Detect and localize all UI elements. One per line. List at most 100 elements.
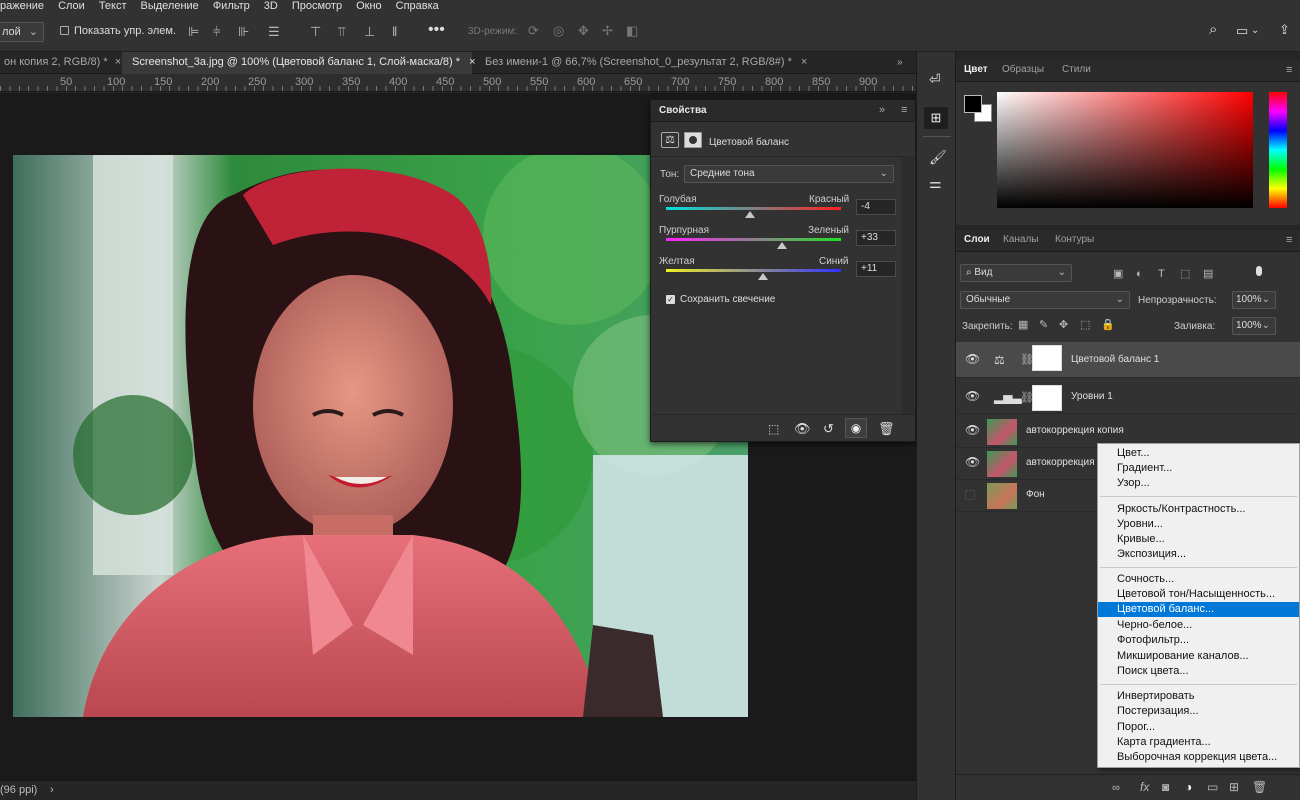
- slider-yellow-blue-track[interactable]: [666, 269, 841, 272]
- slider-magenta-green-track[interactable]: [666, 238, 841, 241]
- distribute-v-icon[interactable]: ‖: [392, 25, 397, 39]
- preserve-luminosity-checkbox[interactable]: ✓: [666, 295, 675, 304]
- new-adjustment-icon[interactable]: ◑: [1185, 780, 1192, 794]
- menu-item-3d[interactable]: 3D: [264, 0, 278, 12]
- filter-shape-icon[interactable]: ⬚: [1180, 267, 1190, 281]
- eye-icon[interactable]: 👁: [965, 353, 980, 365]
- panel-menu-icon[interactable]: ≡: [901, 104, 907, 116]
- distribute-icon[interactable]: ☰: [268, 25, 280, 39]
- properties-icon-button[interactable]: ⊞: [924, 107, 948, 129]
- status-arrow-icon[interactable]: ›: [50, 784, 54, 796]
- menu-item-curves[interactable]: Кривые...: [1098, 532, 1299, 547]
- search-icon[interactable]: ⌕: [1209, 22, 1217, 37]
- menu-item-photo-filter[interactable]: Фотофильтр...: [1098, 633, 1299, 648]
- close-icon[interactable]: ×: [115, 56, 121, 68]
- workspace-icon[interactable]: ▭: [1236, 24, 1248, 38]
- align-right-icon[interactable]: ⊪: [238, 25, 249, 39]
- menu-item-posterize[interactable]: Постеризация...: [1098, 704, 1299, 719]
- menu-item-gradient[interactable]: Градиент...: [1098, 461, 1299, 476]
- align-bottom-icon[interactable]: ⊥: [364, 25, 375, 39]
- yellow-blue-value[interactable]: +11: [856, 261, 896, 277]
- menu-item-brightness-contrast[interactable]: Яркость/Контрастность...: [1098, 502, 1299, 517]
- filter-pixel-icon[interactable]: ▣: [1113, 267, 1123, 281]
- menu-item-image[interactable]: ражение: [0, 0, 44, 12]
- collapse-icon[interactable]: »: [879, 104, 885, 116]
- menu-item-levels[interactable]: Уровни...: [1098, 517, 1299, 532]
- fx-icon[interactable]: fx: [1140, 780, 1149, 794]
- add-mask-icon[interactable]: ◙: [1162, 780, 1169, 794]
- filter-type-icon[interactable]: T: [1158, 267, 1165, 281]
- lock-transparent-icon[interactable]: ▦: [1018, 318, 1028, 332]
- view-previous-icon[interactable]: 👁: [794, 422, 811, 436]
- slider-cyan-red-track[interactable]: [666, 207, 841, 210]
- close-icon[interactable]: ×: [801, 56, 807, 68]
- align-hcenter-icon[interactable]: ⫩: [213, 25, 220, 39]
- layer-filter-select[interactable]: ⌕ Вид ⌄: [960, 264, 1072, 282]
- eye-icon[interactable]: 👁: [965, 456, 980, 468]
- layer-row-levels[interactable]: 👁 ▂▅▃ ⛓ Уровни 1: [956, 382, 1300, 414]
- auto-select-dropdown[interactable]: лой ⌄: [0, 22, 44, 42]
- menu-item-color-balance[interactable]: Цветовой баланс...: [1098, 602, 1299, 617]
- slider-yellow-blue-thumb[interactable]: [758, 273, 769, 280]
- slider-magenta-green-thumb[interactable]: [777, 242, 788, 249]
- clip-to-layer-icon[interactable]: ⬚: [768, 422, 779, 436]
- menu-item-gradient-map[interactable]: Карта градиента...: [1098, 735, 1299, 750]
- filter-adjustment-icon[interactable]: ◐: [1136, 267, 1143, 281]
- layer-thumbnail[interactable]: [987, 451, 1017, 477]
- new-layer-icon[interactable]: ⊞: [1229, 780, 1239, 794]
- menu-item-filter[interactable]: Фильтр: [213, 0, 250, 12]
- lock-all-icon[interactable]: 🔒: [1101, 318, 1115, 332]
- 3d-slide-icon[interactable]: ✢: [602, 24, 613, 38]
- filter-smart-icon[interactable]: ▤: [1203, 267, 1213, 281]
- tab-doc-1[interactable]: он копия 2, RGB/8) * ×: [0, 52, 121, 74]
- show-controls-checkbox[interactable]: [60, 26, 69, 35]
- menu-item-view[interactable]: Просмотр: [292, 0, 342, 12]
- menu-item-channel-mixer[interactable]: Микширование каналов...: [1098, 649, 1299, 664]
- tab-color[interactable]: Цвет: [964, 64, 988, 75]
- menu-item-pattern[interactable]: Узор...: [1098, 476, 1299, 491]
- trash-icon[interactable]: 🗑: [1252, 780, 1267, 794]
- tab-styles[interactable]: Стили: [1062, 64, 1091, 75]
- menu-item-selective-color[interactable]: Выборочная коррекция цвета...: [1098, 750, 1299, 765]
- trash-icon[interactable]: 🗑: [878, 422, 895, 436]
- adjustments-icon[interactable]: ⚌: [929, 176, 942, 190]
- lock-artboard-icon[interactable]: ⬚: [1080, 318, 1090, 332]
- tab-paths[interactable]: Контуры: [1055, 234, 1094, 245]
- workspace-chevron-icon[interactable]: ⌄: [1251, 24, 1259, 38]
- share-icon[interactable]: ⇪: [1279, 23, 1290, 37]
- link-layers-icon[interactable]: ∞: [1112, 781, 1120, 795]
- foreground-color-swatch[interactable]: [964, 95, 982, 113]
- lock-pixels-icon[interactable]: ✎: [1039, 318, 1048, 332]
- mask-icon[interactable]: [684, 132, 702, 148]
- align-left-icon[interactable]: ⊫: [188, 25, 199, 39]
- slider-cyan-red-thumb[interactable]: [745, 211, 755, 218]
- eye-icon[interactable]: 👁: [965, 390, 980, 402]
- document-photo[interactable]: [13, 155, 748, 717]
- menu-item-type[interactable]: Текст: [99, 0, 127, 12]
- more-options-icon[interactable]: •••: [428, 22, 445, 38]
- menu-item-solid-color[interactable]: Цвет...: [1098, 446, 1299, 461]
- menu-item-vibrance[interactable]: Сочность...: [1098, 572, 1299, 587]
- layer-mask-thumbnail[interactable]: [1032, 345, 1062, 371]
- layer-thumbnail[interactable]: [987, 419, 1017, 445]
- menu-item-hue-saturation[interactable]: Цветовой тон/Насыщенность...: [1098, 587, 1299, 602]
- menu-item-color-lookup[interactable]: Поиск цвета...: [1098, 664, 1299, 679]
- 3d-orbit-icon[interactable]: ⟳: [528, 24, 539, 38]
- panel-menu-icon[interactable]: ≡: [1286, 234, 1292, 246]
- tab-doc-3[interactable]: Без имени-1 @ 66,7% (Screenshot_0_резуль…: [475, 52, 807, 74]
- eye-icon[interactable]: 👁: [965, 424, 980, 436]
- new-group-icon[interactable]: ▭: [1207, 780, 1218, 794]
- opacity-field[interactable]: 100% ⌄: [1232, 291, 1276, 309]
- tone-select[interactable]: Средние тона ⌄: [684, 165, 894, 183]
- menu-item-help[interactable]: Справка: [396, 0, 439, 12]
- reset-icon[interactable]: ↺: [823, 422, 834, 436]
- menu-item-invert[interactable]: Инвертировать: [1098, 689, 1299, 704]
- brush-icon[interactable]: 🖌: [929, 150, 947, 164]
- 3d-roll-icon[interactable]: ◎: [553, 24, 564, 38]
- cyan-red-value[interactable]: -4: [856, 199, 896, 215]
- layer-mask-thumbnail[interactable]: [1032, 385, 1062, 411]
- panel-menu-icon[interactable]: ≡: [1286, 64, 1292, 76]
- menu-item-layers[interactable]: Слои: [58, 0, 85, 12]
- blend-mode-select[interactable]: Обычные ⌄: [960, 291, 1130, 309]
- tab-swatches[interactable]: Образцы: [1002, 64, 1044, 75]
